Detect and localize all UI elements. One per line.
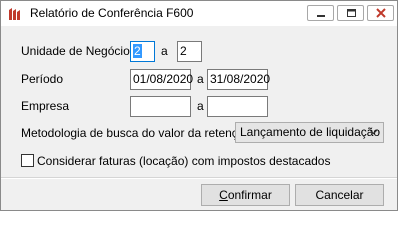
maximize-button[interactable] (337, 5, 364, 21)
periodo-from-input[interactable]: 01/08/2020 (130, 69, 194, 90)
unidade-to-value: 2 (180, 44, 187, 58)
periodo-to-input[interactable]: 31/08/2020 (207, 69, 271, 90)
unidade-to-input[interactable]: 2 (177, 41, 202, 62)
app-logo-icon (7, 6, 23, 22)
empresa-from-input[interactable] (130, 96, 191, 117)
cancel-label: Cancelar (315, 188, 364, 202)
minimize-icon (317, 15, 325, 17)
title-bar[interactable]: Relatório de Conferência F600 (1, 1, 397, 26)
empresa-to-input[interactable] (207, 96, 268, 117)
periodo-label: Período (21, 72, 64, 86)
cancel-button[interactable]: Cancelar (295, 184, 384, 206)
periodo-from-value: 01/08/2020 (133, 72, 194, 86)
metodologia-value: Lançamento de liquidação (240, 125, 381, 139)
chevron-down-icon (369, 129, 378, 135)
periodo-separator: a (197, 72, 204, 86)
metodologia-select[interactable]: Lançamento de liquidação (235, 122, 384, 143)
close-icon (376, 8, 386, 18)
confirm-mnemonic: C (219, 188, 228, 202)
dialog-window: Relatório de Conferência F600 Unidade de… (0, 0, 398, 211)
confirm-button[interactable]: Confirmar (201, 184, 290, 206)
unidade-from-input[interactable]: 2 (130, 41, 155, 62)
periodo-to-value: 31/08/2020 (210, 72, 271, 86)
empresa-separator: a (197, 99, 204, 113)
metodologia-label: Metodologia de busca do valor da retençã… (21, 126, 252, 140)
unidade-separator: a (161, 44, 168, 58)
window-title: Relatório de Conferência F600 (30, 6, 194, 20)
empresa-label: Empresa (21, 99, 70, 113)
minimize-button[interactable] (307, 5, 334, 21)
confirm-label-rest: onfirmar (227, 188, 272, 202)
close-button[interactable] (367, 5, 394, 21)
maximize-icon (347, 9, 356, 17)
unidade-from-value: 2 (133, 44, 142, 58)
considerar-checkbox[interactable] (21, 154, 34, 167)
divider (1, 177, 397, 179)
considerar-label[interactable]: Considerar faturas (locação) com imposto… (37, 154, 330, 168)
unidade-label: Unidade de Negócio (21, 44, 130, 58)
